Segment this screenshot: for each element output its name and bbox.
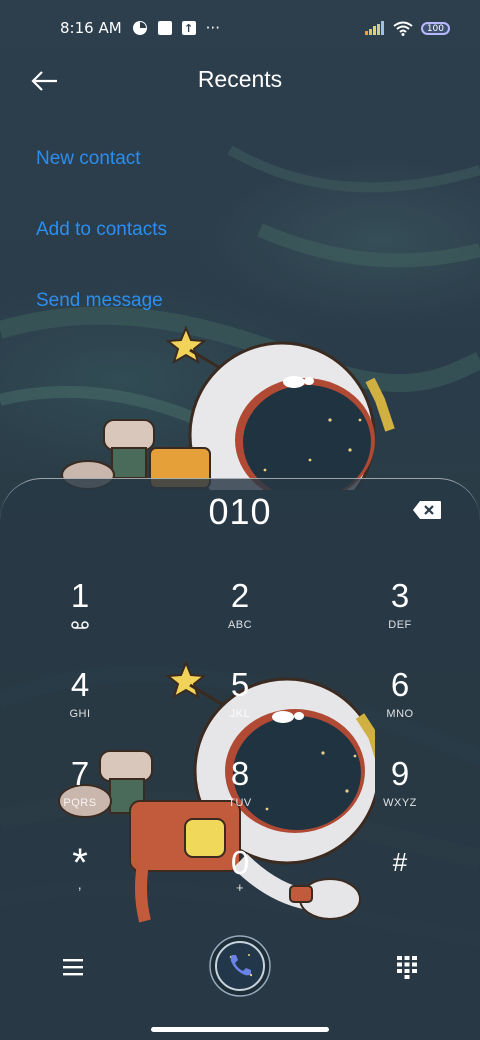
key-digit: 9 xyxy=(390,755,410,792)
key-digit: 3 xyxy=(390,577,410,614)
voicemail-icon xyxy=(71,621,89,629)
status-bar: 8:16 AM ↑ ··· 100 xyxy=(0,0,480,56)
key-2[interactable]: 2 ABC xyxy=(170,577,310,657)
notification-square-icon xyxy=(157,21,172,35)
key-4[interactable]: 4 GHI xyxy=(10,666,150,746)
key-letters: TUV xyxy=(228,797,252,809)
key-letters: MNO xyxy=(386,708,414,720)
key-0[interactable]: 0 + xyxy=(170,844,310,924)
key-digit: 2 xyxy=(230,577,250,614)
key-letters: JKL xyxy=(229,708,251,720)
dialpad-icon[interactable] xyxy=(396,955,418,979)
header: Recents xyxy=(0,56,480,108)
key-star[interactable]: * , xyxy=(10,843,150,924)
key-digit: 0 xyxy=(230,844,250,881)
status-left: 8:16 AM ↑ ··· xyxy=(60,19,220,37)
key-letters: ABC xyxy=(227,619,253,631)
key-letters: + xyxy=(235,880,245,895)
key-digit: # xyxy=(392,847,408,877)
dialed-number: 010 xyxy=(208,491,272,532)
new-contact-link[interactable]: New contact xyxy=(36,148,141,170)
battery-indicator: 100 xyxy=(420,21,450,35)
key-9[interactable]: 9 WXYZ xyxy=(330,755,470,835)
key-letters: , xyxy=(77,876,83,892)
key-hash[interactable]: # xyxy=(330,844,470,924)
backspace-icon[interactable] xyxy=(412,500,442,520)
key-letters: GHI xyxy=(69,708,91,720)
key-digit: 5 xyxy=(230,666,250,703)
status-right: 100 xyxy=(364,21,450,36)
key-digit: 7 xyxy=(70,755,90,792)
add-to-contacts-link[interactable]: Add to contacts xyxy=(36,219,167,241)
key-digit: 6 xyxy=(390,666,410,703)
more-notifications-icon: ··· xyxy=(205,19,220,37)
key-digit: 1 xyxy=(70,577,90,614)
astronaut-illustration xyxy=(61,325,395,490)
menu-icon[interactable] xyxy=(62,958,84,976)
status-time: 8:16 AM xyxy=(60,19,122,37)
key-digit: 4 xyxy=(70,666,90,703)
home-indicator[interactable] xyxy=(151,1027,329,1032)
key-letters: WXYZ xyxy=(383,797,417,809)
key-1[interactable]: 1 xyxy=(10,577,150,657)
key-7[interactable]: 7 PQRS xyxy=(10,755,150,835)
key-6[interactable]: 6 MNO xyxy=(330,666,470,746)
key-8[interactable]: 8 TUV xyxy=(170,755,310,835)
key-letters: DEF xyxy=(388,619,412,631)
key-5[interactable]: 5 JKL xyxy=(170,666,310,746)
page-title: Recents xyxy=(197,66,283,92)
key-3[interactable]: 3 DEF xyxy=(330,577,470,657)
signal-icon xyxy=(364,21,384,35)
send-message-link[interactable]: Send message xyxy=(36,290,163,312)
upload-notification-icon: ↑ xyxy=(181,21,196,35)
data-saver-icon xyxy=(132,21,147,35)
key-digit: 8 xyxy=(230,755,250,792)
key-letters: PQRS xyxy=(63,797,97,809)
wifi-icon xyxy=(393,21,413,36)
call-button[interactable] xyxy=(209,935,271,997)
